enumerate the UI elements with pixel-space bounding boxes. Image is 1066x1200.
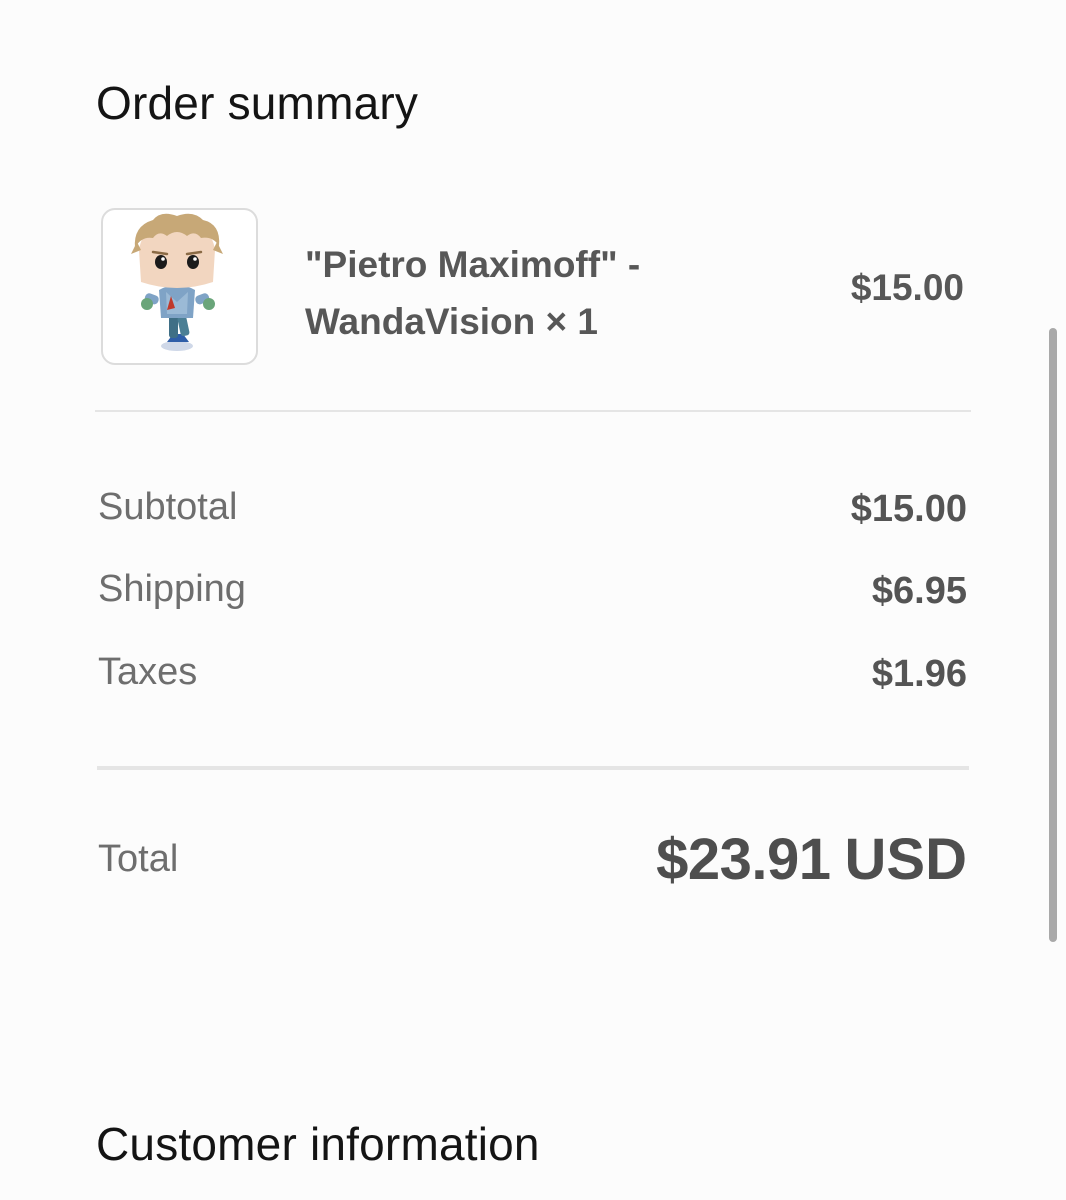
shipping-label: Shipping	[98, 568, 246, 610]
total-label: Total	[98, 838, 179, 880]
total-currency: USD	[844, 827, 967, 892]
shipping-value: $6.95	[871, 570, 967, 612]
taxes-label: Taxes	[98, 651, 198, 693]
scrollbar[interactable]	[1049, 328, 1057, 942]
total-value: $23.91 USD	[656, 826, 967, 893]
item-name: "Pietro Maximoff" - WandaVision × 1	[305, 244, 641, 342]
subtotal-value: $15.00	[850, 488, 967, 530]
product-thumbnail[interactable]	[101, 208, 258, 365]
divider	[95, 410, 971, 412]
funko-pop-figure-icon	[131, 213, 223, 351]
customer-information-title: Customer information	[96, 1118, 540, 1170]
taxes-value: $1.96	[871, 653, 967, 695]
order-summary-title: Order summary	[96, 77, 419, 129]
subtotal-label: Subtotal	[98, 486, 238, 528]
divider	[97, 766, 969, 770]
item-price: $15.00	[850, 267, 964, 308]
total-amount: $23.91	[656, 827, 831, 892]
